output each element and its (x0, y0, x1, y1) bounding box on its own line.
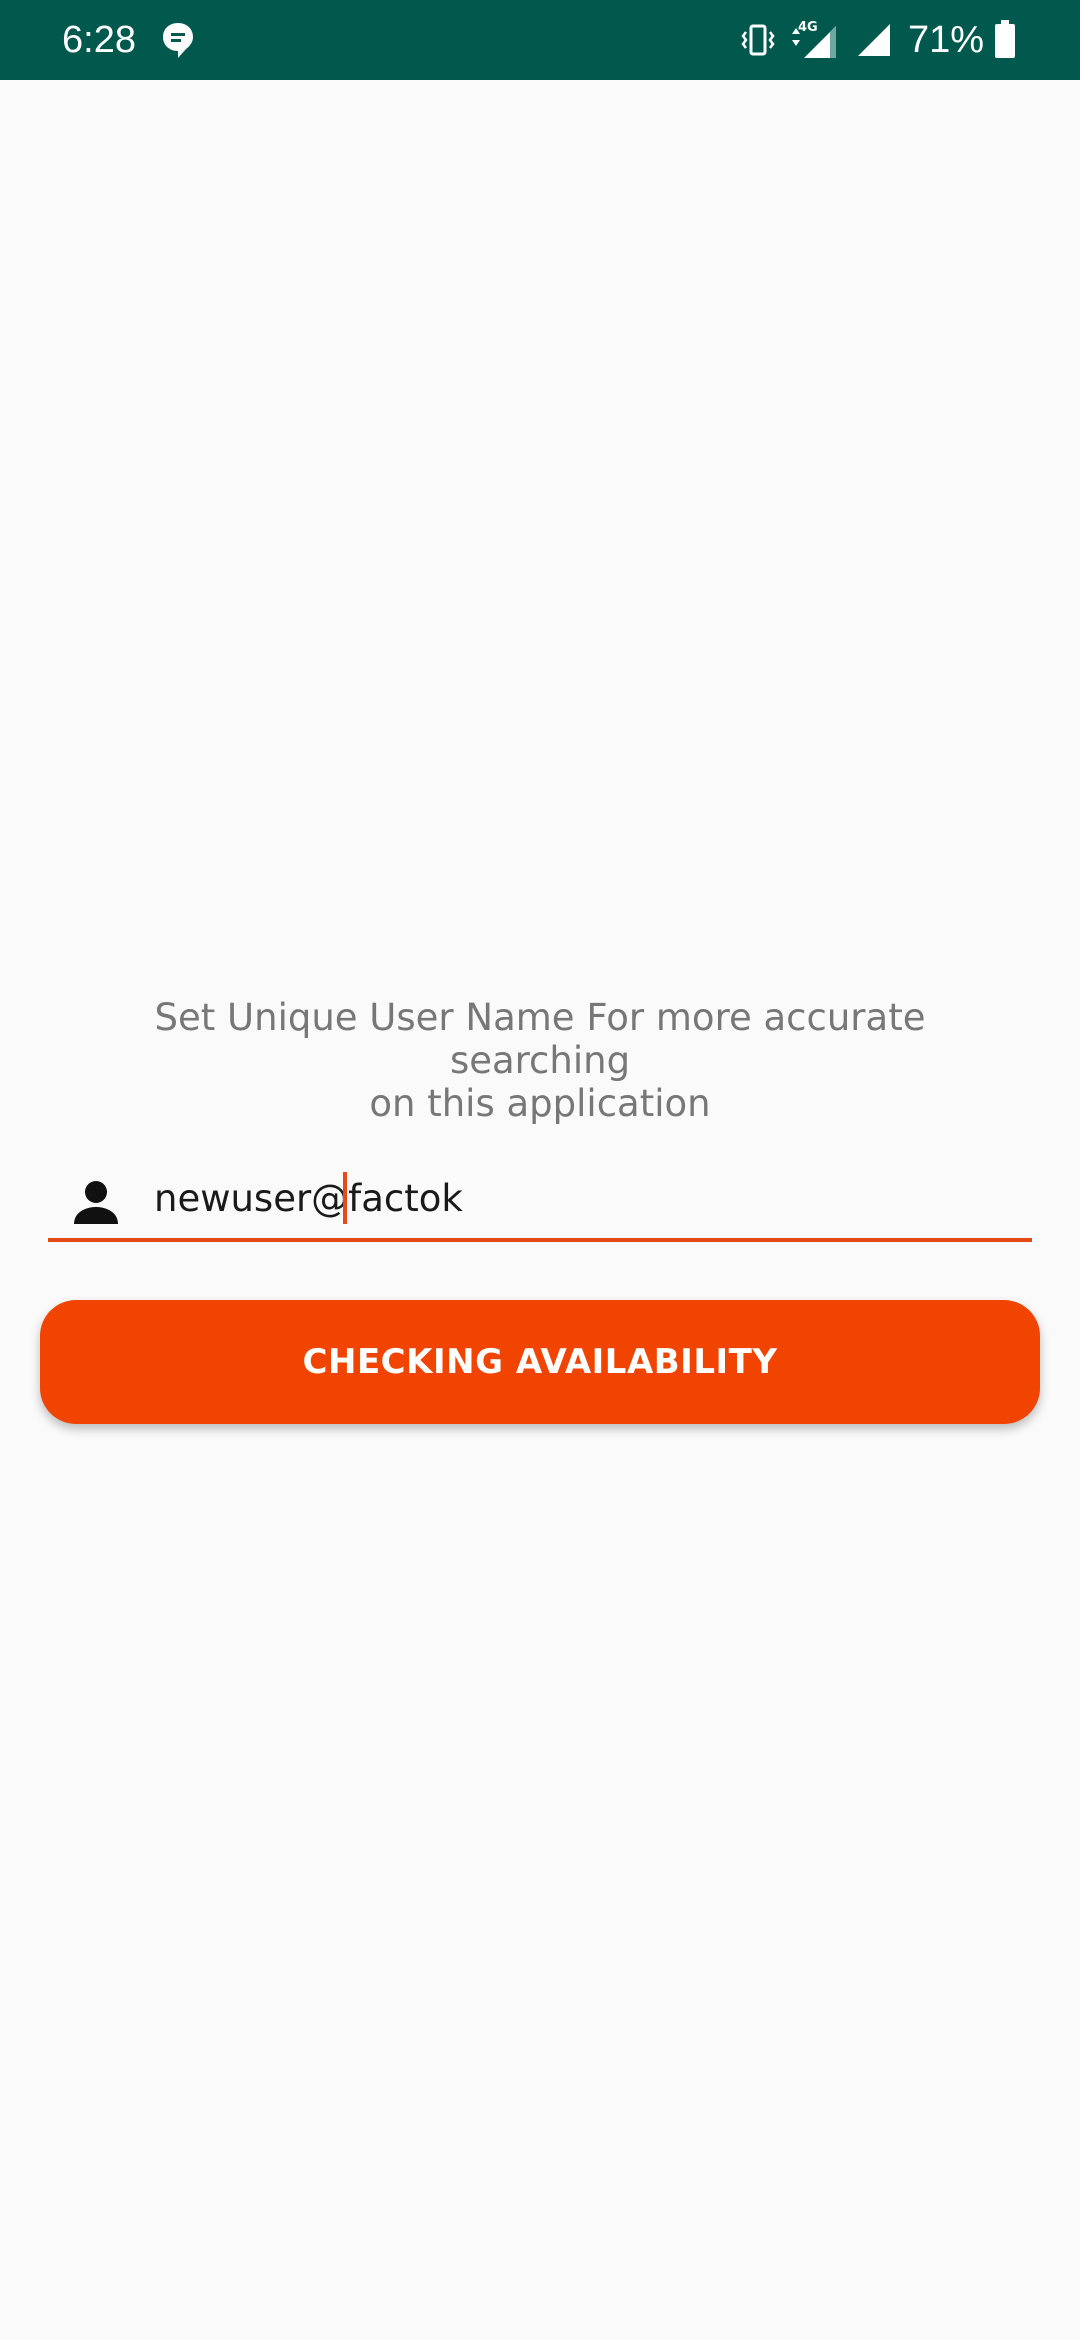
checking-availability-button[interactable]: CHECKING AVAILABILITY (40, 1300, 1040, 1424)
svg-text:4G: 4G (798, 20, 818, 35)
vibrate-icon (741, 24, 775, 56)
signal-4g-icon: 4G (792, 20, 836, 58)
signal-icon (858, 24, 890, 56)
person-icon (74, 1181, 118, 1224)
description-text: Set Unique User Name For more accurate s… (80, 996, 1000, 1125)
battery-percent: 71% (908, 19, 985, 61)
status-time: 6:28 (62, 19, 136, 61)
message-icon (163, 23, 193, 58)
text-cursor (343, 1172, 347, 1224)
description-line-1: Set Unique User Name For more accurate s… (154, 996, 926, 1082)
status-bar: 6:28 4G 71% (0, 0, 1080, 80)
description-line-2: on this application (369, 1082, 711, 1125)
username-input[interactable] (154, 1172, 1014, 1224)
battery-icon (995, 20, 1015, 58)
username-field[interactable] (48, 1158, 1032, 1242)
